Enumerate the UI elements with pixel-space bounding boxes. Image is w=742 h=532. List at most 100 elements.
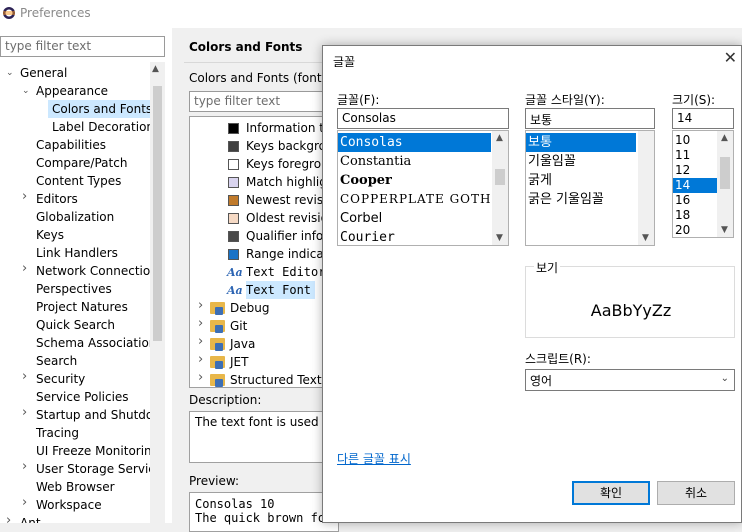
- show-more-fonts-link[interactable]: 다른 글꼴 표시: [337, 450, 411, 467]
- tree-item[interactable]: Project Natures: [36, 298, 128, 316]
- font-list-scrollbar[interactable]: ▲ ▼: [492, 131, 508, 245]
- font-list-item[interactable]: Cooper: [338, 171, 491, 190]
- chevron-down-icon[interactable]: ⌄: [6, 69, 14, 78]
- tree-item[interactable]: Content Types: [36, 172, 121, 190]
- tree-item[interactable]: Ant: [20, 514, 41, 523]
- scrollbar-thumb[interactable]: [495, 169, 505, 185]
- size-list-scrollbar[interactable]: ▲ ▼: [717, 131, 733, 237]
- chevron-right-icon[interactable]: ›: [198, 353, 206, 366]
- category-folder-icon: [210, 374, 225, 387]
- scroll-up-icon[interactable]: ▲: [152, 64, 159, 74]
- tree-item-label: Tracing: [36, 426, 80, 440]
- tree-item[interactable]: Schema Associations: [36, 334, 150, 352]
- sample-group: 보기 AaBbYyZz: [525, 259, 735, 338]
- font-size-item[interactable]: 18: [673, 208, 717, 223]
- tree-item-label: Security: [36, 372, 86, 386]
- scroll-down-icon[interactable]: ▼: [721, 225, 728, 235]
- chevron-right-icon[interactable]: ›: [6, 514, 14, 523]
- tree-item-label: Keys: [36, 228, 65, 242]
- tree-item[interactable]: Startup and Shutdown: [36, 406, 150, 424]
- font-size-list[interactable]: 20 18 16 14 12 11 10 ▲ ▼: [672, 130, 734, 238]
- scroll-up-icon[interactable]: ▲: [721, 133, 728, 143]
- font-style-item[interactable]: 보통: [526, 133, 636, 152]
- font-style-input[interactable]: 보통: [525, 108, 655, 129]
- chevron-right-icon[interactable]: ›: [198, 335, 206, 348]
- font-list-item[interactable]: Consolas: [338, 133, 491, 152]
- scroll-down-icon[interactable]: ▼: [496, 233, 503, 243]
- color-swatch-icon: [228, 177, 239, 188]
- font-style-list[interactable]: 굵은 기울임꼴 굵게 기울임꼴 보통 ▼: [525, 130, 655, 246]
- font-list-item[interactable]: Corbel: [338, 209, 491, 228]
- chevron-right-icon[interactable]: ›: [198, 317, 206, 330]
- tree-scrollbar[interactable]: ▲: [150, 62, 165, 523]
- chevron-right-icon[interactable]: ›: [22, 190, 30, 203]
- font-list[interactable]: Courier Corbel COPPERPLATE GOTHIC Cooper Con…: [337, 130, 509, 246]
- colors-filter-input[interactable]: type filter text: [189, 91, 339, 112]
- font-list-item[interactable]: COPPERPLATE GOTHIC: [338, 190, 506, 209]
- scrollbar-thumb[interactable]: [720, 157, 730, 189]
- tree-item[interactable]: User Storage Service: [36, 460, 150, 478]
- tree-item[interactable]: Label Decorations: [52, 118, 150, 136]
- tree-item[interactable]: Network Connections: [36, 262, 150, 280]
- font-size-item[interactable]: 11: [673, 148, 717, 163]
- font-size-item[interactable]: 20: [673, 223, 717, 237]
- color-font-item[interactable]: Text Font: [246, 281, 316, 299]
- tree-item[interactable]: General: [20, 64, 67, 82]
- ok-button[interactable]: 확인: [572, 481, 650, 505]
- tree-item[interactable]: Editors: [36, 190, 78, 208]
- tree-item[interactable]: Perspectives: [36, 280, 112, 298]
- font-style-item[interactable]: 굵은 기울임꼴: [526, 190, 636, 209]
- color-font-item[interactable]: Java: [230, 335, 259, 353]
- style-list-scrollbar[interactable]: ▼: [638, 131, 654, 245]
- tree-item[interactable]: Capabilities: [36, 136, 106, 154]
- tree-item-label: Label Decorations: [52, 120, 150, 134]
- tree-item[interactable]: Compare/Patch: [36, 154, 127, 172]
- chevron-right-icon[interactable]: ›: [198, 299, 206, 312]
- tree-item[interactable]: Security: [36, 370, 85, 388]
- chevron-right-icon[interactable]: ›: [198, 371, 206, 384]
- tree-item[interactable]: Web Browser: [36, 478, 115, 496]
- font-style-item[interactable]: 굵게: [526, 171, 636, 190]
- chevron-right-icon[interactable]: ›: [22, 460, 30, 473]
- color-font-item[interactable]: Text Editor: [246, 263, 329, 281]
- chevron-down-icon[interactable]: ⌄: [22, 87, 30, 96]
- color-font-item[interactable]: Git: [230, 317, 251, 335]
- cancel-button[interactable]: 취소: [657, 481, 735, 505]
- font-size-item[interactable]: 12: [673, 163, 717, 178]
- chevron-right-icon[interactable]: ›: [22, 370, 30, 383]
- tree-item[interactable]: Link Handlers: [36, 244, 118, 262]
- filter-input[interactable]: type filter text: [0, 36, 165, 57]
- script-select[interactable]: 영어 ⌄: [525, 369, 735, 391]
- font-size-input[interactable]: 14: [672, 108, 734, 129]
- tree-item[interactable]: Keys: [36, 226, 64, 244]
- tree-item[interactable]: Workspace: [36, 496, 102, 514]
- font-name-input[interactable]: Consolas: [337, 108, 509, 129]
- color-font-item[interactable]: JET: [230, 353, 252, 371]
- tree-item[interactable]: Search: [36, 352, 77, 370]
- color-swatch-icon: [228, 195, 239, 206]
- tree-item-label: UI Freeze Monitoring: [36, 444, 150, 458]
- scrollbar-thumb[interactable]: [153, 86, 162, 341]
- tree-item[interactable]: Colors and Fonts: [48, 100, 150, 118]
- font-style-item[interactable]: 기울임꼴: [526, 152, 636, 171]
- sample-label: 보기: [534, 259, 561, 276]
- font-size-item[interactable]: 16: [673, 193, 717, 208]
- tree-item[interactable]: Quick Search: [36, 316, 115, 334]
- tree-item[interactable]: UI Freeze Monitoring: [36, 442, 150, 460]
- tree-item[interactable]: Service Policies: [36, 388, 129, 406]
- close-icon[interactable]: ✕: [724, 50, 737, 66]
- scroll-up-icon[interactable]: ▲: [496, 133, 503, 143]
- font-list-item[interactable]: Constantia: [338, 152, 491, 171]
- chevron-right-icon[interactable]: ›: [22, 406, 30, 419]
- scroll-down-icon[interactable]: ▼: [642, 233, 649, 243]
- chevron-right-icon[interactable]: ›: [22, 496, 30, 509]
- color-font-item[interactable]: Debug: [230, 299, 273, 317]
- tree-item[interactable]: Appearance: [36, 82, 108, 100]
- tree-item[interactable]: Tracing: [36, 424, 79, 442]
- font-size-item[interactable]: 14: [673, 178, 717, 193]
- font-list-item[interactable]: Courier: [338, 228, 491, 245]
- tree-item-label: User Storage Service: [36, 462, 150, 476]
- tree-item[interactable]: Globalization: [36, 208, 114, 226]
- chevron-right-icon[interactable]: ›: [22, 262, 30, 275]
- font-size-item[interactable]: 10: [673, 133, 717, 148]
